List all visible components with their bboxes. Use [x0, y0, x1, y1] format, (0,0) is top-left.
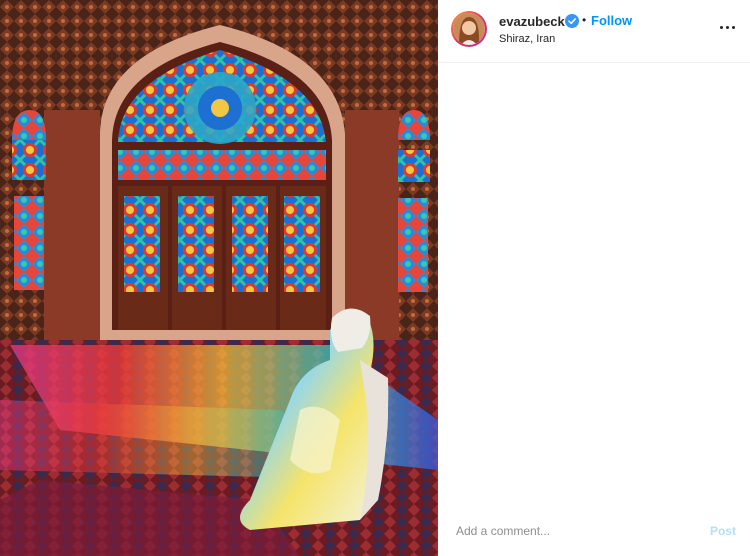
post-comment-button[interactable]: Post — [710, 524, 736, 538]
mosque-photo-illustration — [0, 0, 438, 556]
username[interactable]: evazubeck — [499, 14, 565, 29]
avatar[interactable] — [451, 11, 487, 47]
instagram-post: evazubeck • Follow Shiraz, Iran Post — [0, 0, 750, 556]
separator-dot: • — [582, 13, 587, 27]
more-options-icon[interactable] — [720, 26, 736, 32]
post-header: evazubeck • Follow Shiraz, Iran — [438, 0, 750, 63]
comment-input[interactable] — [456, 524, 696, 538]
location-link[interactable]: Shiraz, Iran — [499, 33, 555, 45]
follow-button[interactable]: Follow — [591, 13, 632, 28]
avatar-image — [453, 13, 485, 45]
verified-badge-icon — [565, 14, 579, 28]
post-side-panel: evazubeck • Follow Shiraz, Iran Post — [438, 0, 750, 556]
post-photo[interactable] — [0, 0, 438, 556]
